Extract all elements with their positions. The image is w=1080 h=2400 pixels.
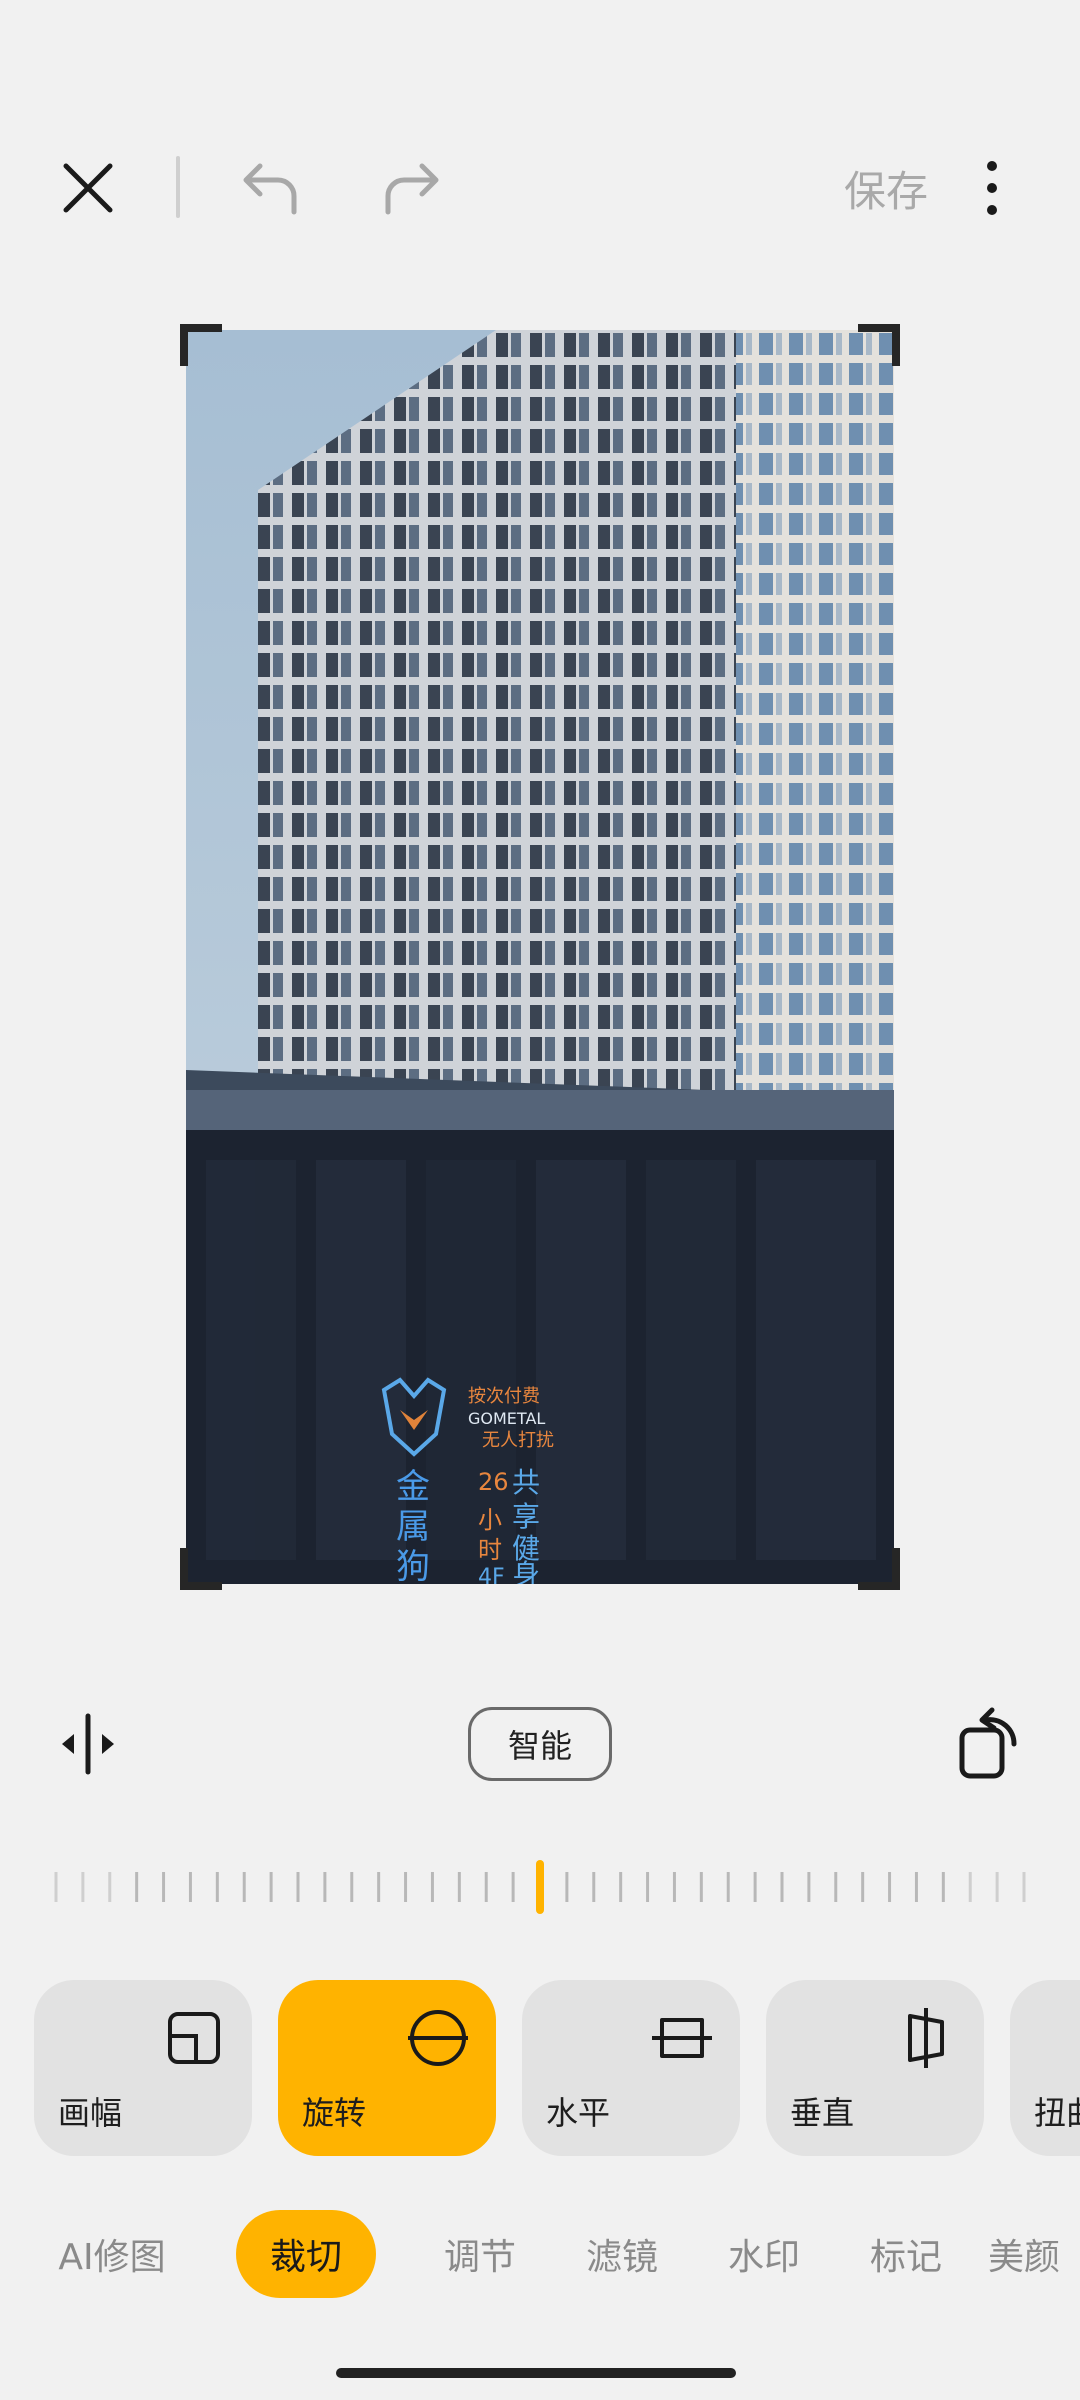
smart-button[interactable]: 智能: [468, 1707, 612, 1781]
undo-icon[interactable]: [222, 140, 318, 236]
horizontal-perspective-icon: [652, 2018, 712, 2058]
bottom-tabs: AI修图 裁切 调节 滤镜 水印 标记 美颜: [0, 2210, 1080, 2302]
rotate-straighten-icon: [408, 2010, 468, 2066]
sign-char-5: 享: [512, 1500, 540, 1533]
close-icon[interactable]: [40, 140, 136, 236]
sign-text-1: 按次付费: [468, 1386, 540, 1407]
tool-label: 旋转: [302, 2094, 367, 2132]
crop-controls: 智能: [0, 1704, 1080, 1784]
redo-icon[interactable]: [364, 140, 460, 236]
sign-text-2: GOMETAL: [468, 1409, 545, 1428]
tab-crop[interactable]: 裁切: [236, 2210, 376, 2298]
tab-watermark[interactable]: 水印: [704, 2210, 824, 2298]
flip-horizontal-icon[interactable]: [52, 1712, 124, 1776]
home-indicator[interactable]: [336, 2368, 736, 2378]
sign-num-2: 小: [478, 1506, 502, 1534]
rotate-icon[interactable]: [952, 1704, 1024, 1784]
tab-adjust[interactable]: 调节: [420, 2210, 540, 2298]
toolbar-divider: [176, 156, 180, 218]
tool-aspect-ratio[interactable]: 画幅: [34, 1980, 252, 2156]
crop-handle-top-left[interactable]: [180, 324, 222, 366]
sign-num-3: 时: [478, 1536, 502, 1564]
crop-handle-bottom-left[interactable]: [180, 1548, 222, 1590]
sign-num-4: 4F: [478, 1565, 505, 1584]
tool-vertical[interactable]: 垂直: [766, 1980, 984, 2156]
photo-preview[interactable]: 按次付费 GOMETAL 无人打扰 金 属 狗 26 小 时 4F 共 享 健: [186, 330, 894, 1584]
sign-text-3: 无人打扰: [482, 1430, 554, 1451]
top-bar: 保存: [0, 140, 1080, 236]
ruler-indicator[interactable]: [536, 1860, 544, 1914]
crop-frame[interactable]: 按次付费 GOMETAL 无人打扰 金 属 狗 26 小 时 4F 共 享 健: [180, 324, 900, 1590]
tab-ai-retouch[interactable]: AI修图: [42, 2210, 182, 2298]
sign-char-3: 狗: [396, 1547, 430, 1584]
aspect-ratio-icon: [168, 2012, 220, 2064]
sign-char-7: 身: [512, 1558, 540, 1584]
tool-label: 垂直: [790, 2094, 855, 2132]
sign-num-1: 26: [478, 1468, 509, 1496]
tool-cards: 画幅 旋转 水平 垂直 扭曲: [0, 1980, 1080, 2158]
tool-label: 水平: [546, 2094, 611, 2132]
tab-markup[interactable]: 标记: [846, 2210, 966, 2298]
tool-distort[interactable]: 扭曲: [1010, 1980, 1080, 2156]
building-photo: 按次付费 GOMETAL 无人打扰 金 属 狗 26 小 时 4F 共 享 健: [186, 330, 894, 1584]
save-button[interactable]: 保存: [844, 158, 928, 219]
sign-char-4: 共: [512, 1466, 540, 1499]
more-vertical-icon[interactable]: [944, 140, 1040, 236]
crop-handle-bottom-right[interactable]: [858, 1548, 900, 1590]
tool-horizontal[interactable]: 水平: [522, 1980, 740, 2156]
crop-handle-top-right[interactable]: [858, 324, 900, 366]
tab-beauty[interactable]: 美颜: [988, 2210, 1080, 2298]
vertical-perspective-icon: [908, 2008, 944, 2068]
sign-char-2: 属: [396, 1507, 430, 1547]
rotation-ruler[interactable]: [40, 1856, 1040, 1916]
tab-filter[interactable]: 滤镜: [562, 2210, 682, 2298]
photo-editor-screen: 保存 按次付费 GOMETAL 无人打扰 金 属 狗 26 小 时 4F 共 享…: [0, 0, 1080, 2400]
tool-rotate[interactable]: 旋转: [278, 1980, 496, 2156]
tool-label: 画幅: [58, 2094, 123, 2132]
sign-char-1: 金: [396, 1467, 430, 1507]
tool-label: 扭曲: [1034, 2094, 1080, 2132]
